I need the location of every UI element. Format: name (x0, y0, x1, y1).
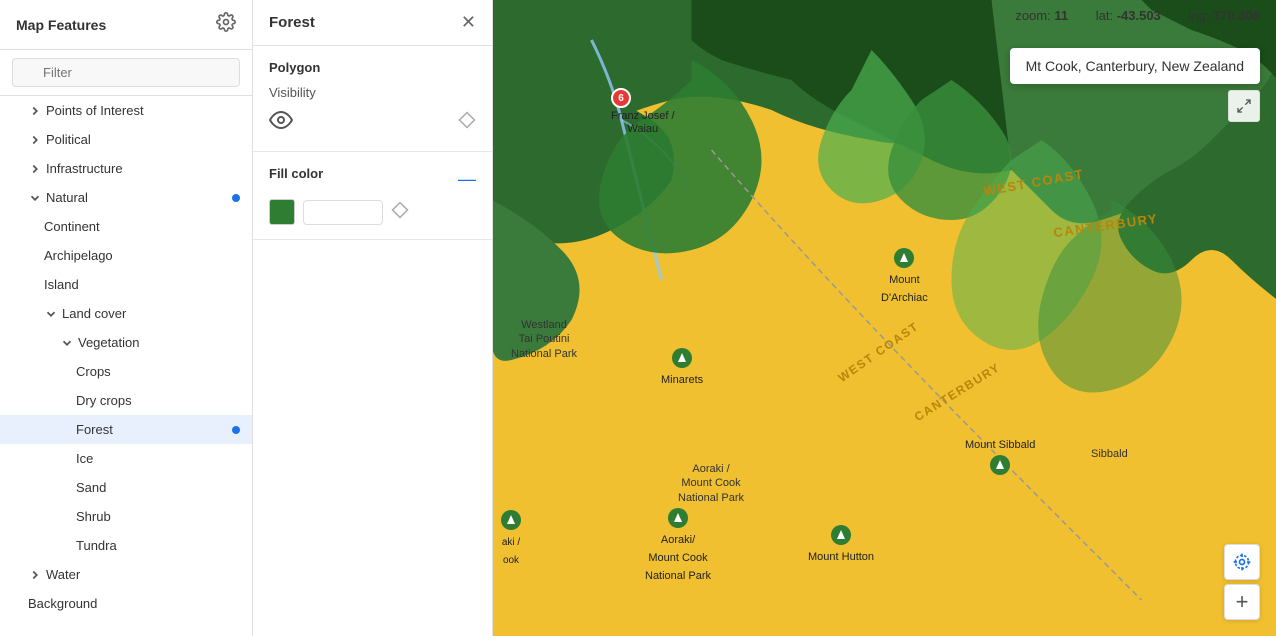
sidebar-item-label: Continent (44, 219, 100, 234)
panel-header: Forest ✕ (253, 0, 492, 46)
sidebar-title: Map Features (16, 17, 106, 33)
sidebar-item-label: Infrastructure (46, 161, 123, 176)
visibility-label: Visibility (269, 85, 476, 100)
sidebar-item-political[interactable]: Political (0, 125, 252, 154)
minarets-place: Minarets (661, 348, 703, 388)
fill-color-label: Fill color (269, 166, 323, 181)
sidebar-item-label: Shrub (76, 509, 111, 524)
sidebar-item-land-cover[interactable]: Land cover (0, 299, 252, 328)
sidebar-item-continent[interactable]: Continent (0, 212, 252, 241)
sidebar-item-island[interactable]: Island (0, 270, 252, 299)
fill-color-section: Fill color — 146735 (253, 152, 492, 240)
sidebar-header: Map Features (0, 0, 252, 50)
color-diamond-icon[interactable] (391, 201, 409, 224)
location-tooltip: Mt Cook, Canterbury, New Zealand (1010, 48, 1260, 84)
fill-color-row: 146735 (269, 199, 476, 225)
mount-hutton-place: Mount Hutton (808, 525, 874, 565)
franz-josef-place: 6 Franz Josef /Waiau (611, 88, 675, 136)
aoraki-place: Aoraki/Mount CookNational Park (645, 508, 711, 584)
map-controls: + (1224, 544, 1260, 620)
sidebar-item-points-of-interest[interactable]: Points of Interest (0, 96, 252, 125)
filter-input[interactable] (12, 58, 240, 87)
sidebar-item-archipelago[interactable]: Archipelago (0, 241, 252, 270)
sidebar-item-label: Natural (46, 190, 88, 205)
mount-sibbald-place: Mount Sibbald (965, 435, 1035, 475)
mount-darchiac-place: MountD'Archiac (881, 248, 928, 306)
red-marker: 6 (611, 88, 631, 108)
location-button[interactable] (1224, 544, 1260, 580)
sibbald-label: Sibbald (1091, 448, 1128, 460)
sidebar: Map Features ☰ Points of Interest Politi… (0, 0, 253, 636)
sidebar-item-sand[interactable]: Sand (0, 473, 252, 502)
westland-place: WestlandTai PoutiniNational Park (511, 318, 577, 361)
sidebar-item-tundra[interactable]: Tundra (0, 531, 252, 560)
sidebar-item-label: Vegetation (78, 335, 139, 350)
aoraki-text-1: Aoraki /Mount CookNational Park (678, 462, 744, 505)
settings-icon[interactable] (216, 12, 236, 37)
forest-dot (232, 426, 240, 434)
polygon-label: Polygon (269, 60, 476, 75)
color-swatch[interactable] (269, 199, 295, 225)
sidebar-item-label: Forest (76, 422, 113, 437)
sidebar-item-label: Dry crops (76, 393, 132, 408)
location-text: Mt Cook, Canterbury, New Zealand (1026, 58, 1244, 74)
polygon-section: Polygon Visibility (253, 46, 492, 152)
sidebar-item-ice[interactable]: Ice (0, 444, 252, 473)
sidebar-item-label: Land cover (62, 306, 126, 321)
sidebar-item-label: Background (28, 596, 97, 611)
color-hex-input[interactable]: 146735 (303, 200, 383, 225)
minus-button[interactable]: — (458, 170, 476, 188)
zoom-in-button[interactable]: + (1224, 584, 1260, 620)
close-icon[interactable]: ✕ (461, 12, 476, 33)
sidebar-item-label: Ice (76, 451, 93, 466)
sidebar-item-shrub[interactable]: Shrub (0, 502, 252, 531)
sidebar-item-label: Political (46, 132, 91, 147)
sidebar-item-label: Water (46, 567, 80, 582)
map-area[interactable]: zoom: 11 lat: -43.503 lng: 170.306 Mt Co… (493, 0, 1276, 636)
panel-title: Forest (269, 14, 315, 31)
sidebar-item-label: Archipelago (44, 248, 113, 263)
visibility-row (269, 108, 476, 137)
eye-icon[interactable] (269, 108, 293, 137)
sidebar-item-vegetation[interactable]: Vegetation (0, 328, 252, 357)
sidebar-item-natural[interactable]: Natural (0, 183, 252, 212)
sidebar-item-label: Crops (76, 364, 111, 379)
sidebar-item-label: Island (44, 277, 79, 292)
left-park-place: aki /ook (501, 510, 521, 568)
sidebar-item-forest[interactable]: Forest (0, 415, 252, 444)
sidebar-item-label: Points of Interest (46, 103, 144, 118)
natural-dot (232, 194, 240, 202)
sidebar-item-label: Sand (76, 480, 106, 495)
visibility-diamond-icon[interactable] (458, 111, 476, 134)
expand-button[interactable] (1228, 90, 1260, 122)
sidebar-item-water[interactable]: Water (0, 560, 252, 589)
sidebar-item-dry-crops[interactable]: Dry crops (0, 386, 252, 415)
sidebar-item-crops[interactable]: Crops (0, 357, 252, 386)
sidebar-item-infrastructure[interactable]: Infrastructure (0, 154, 252, 183)
sidebar-item-label: Tundra (76, 538, 117, 553)
filter-wrap: ☰ (0, 50, 252, 96)
forest-panel: Forest ✕ Polygon Visibility Fill color — (253, 0, 493, 636)
sidebar-item-background[interactable]: Background (0, 589, 252, 618)
